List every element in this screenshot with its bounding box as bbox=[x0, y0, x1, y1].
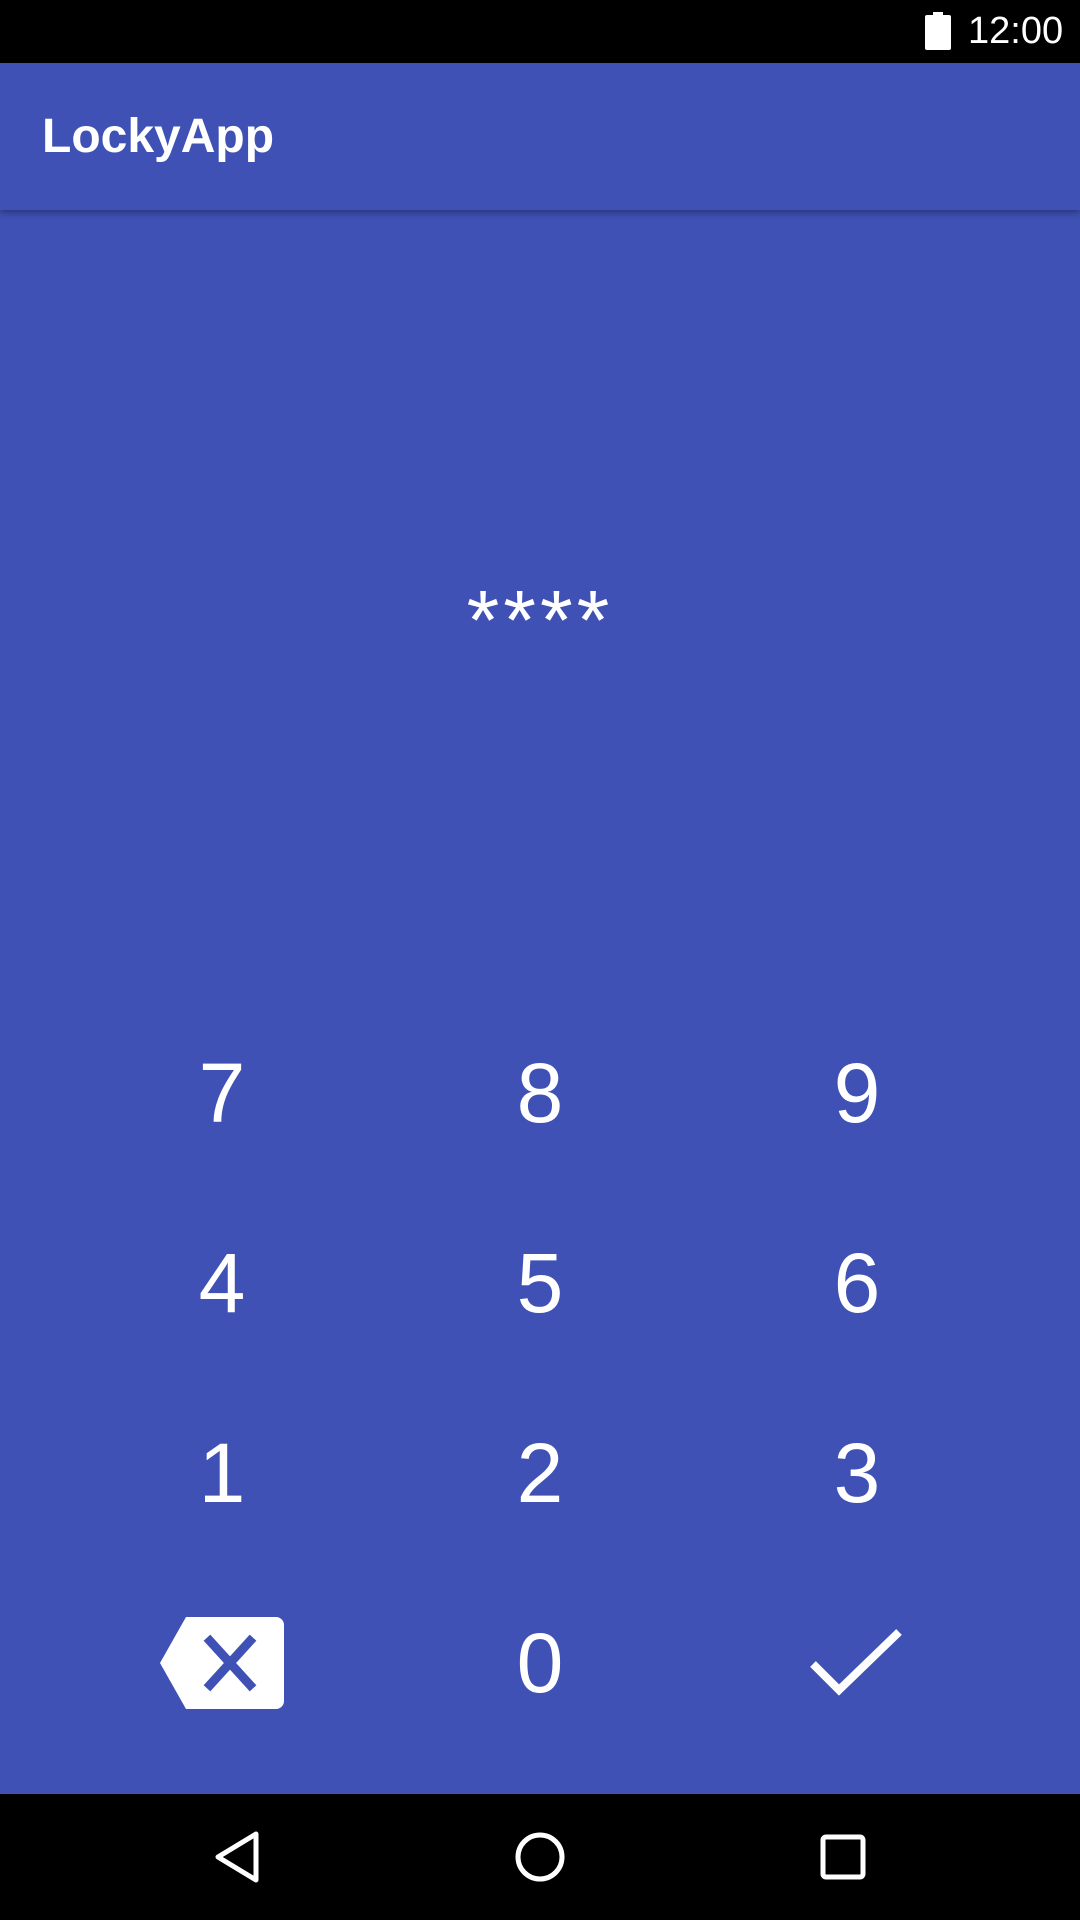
key-7[interactable]: 7 bbox=[122, 1018, 322, 1168]
nav-back-button[interactable] bbox=[192, 1812, 282, 1902]
backspace-icon bbox=[160, 1617, 284, 1709]
key-5[interactable]: 5 bbox=[440, 1208, 640, 1358]
key-6[interactable]: 6 bbox=[757, 1208, 957, 1358]
app-title: LockyApp bbox=[42, 110, 275, 163]
nav-recents-button[interactable] bbox=[798, 1812, 888, 1902]
key-8[interactable]: 8 bbox=[440, 1018, 640, 1168]
key-2[interactable]: 2 bbox=[440, 1398, 640, 1548]
app-bar: LockyApp bbox=[0, 63, 1080, 210]
key-3[interactable]: 3 bbox=[757, 1398, 957, 1548]
backspace-button[interactable] bbox=[122, 1588, 322, 1738]
back-triangle-icon bbox=[215, 1831, 259, 1883]
battery-full-icon bbox=[925, 12, 951, 50]
pin-display: **** bbox=[466, 573, 614, 667]
key-9[interactable]: 9 bbox=[757, 1018, 957, 1168]
recents-square-icon bbox=[820, 1834, 866, 1880]
lock-screen-content: **** 7 8 9 4 5 6 1 2 3 0 bbox=[0, 210, 1080, 1794]
key-0[interactable]: 0 bbox=[440, 1588, 640, 1738]
status-bar: 12:00 bbox=[0, 0, 1080, 63]
check-icon bbox=[810, 1629, 902, 1696]
status-time: 12:00 bbox=[968, 10, 1064, 52]
confirm-button[interactable] bbox=[757, 1588, 957, 1738]
navigation-bar bbox=[0, 1794, 1080, 1920]
key-4[interactable]: 4 bbox=[122, 1208, 322, 1358]
home-circle-icon bbox=[515, 1832, 565, 1882]
nav-home-button[interactable] bbox=[495, 1812, 585, 1902]
key-1[interactable]: 1 bbox=[122, 1398, 322, 1548]
